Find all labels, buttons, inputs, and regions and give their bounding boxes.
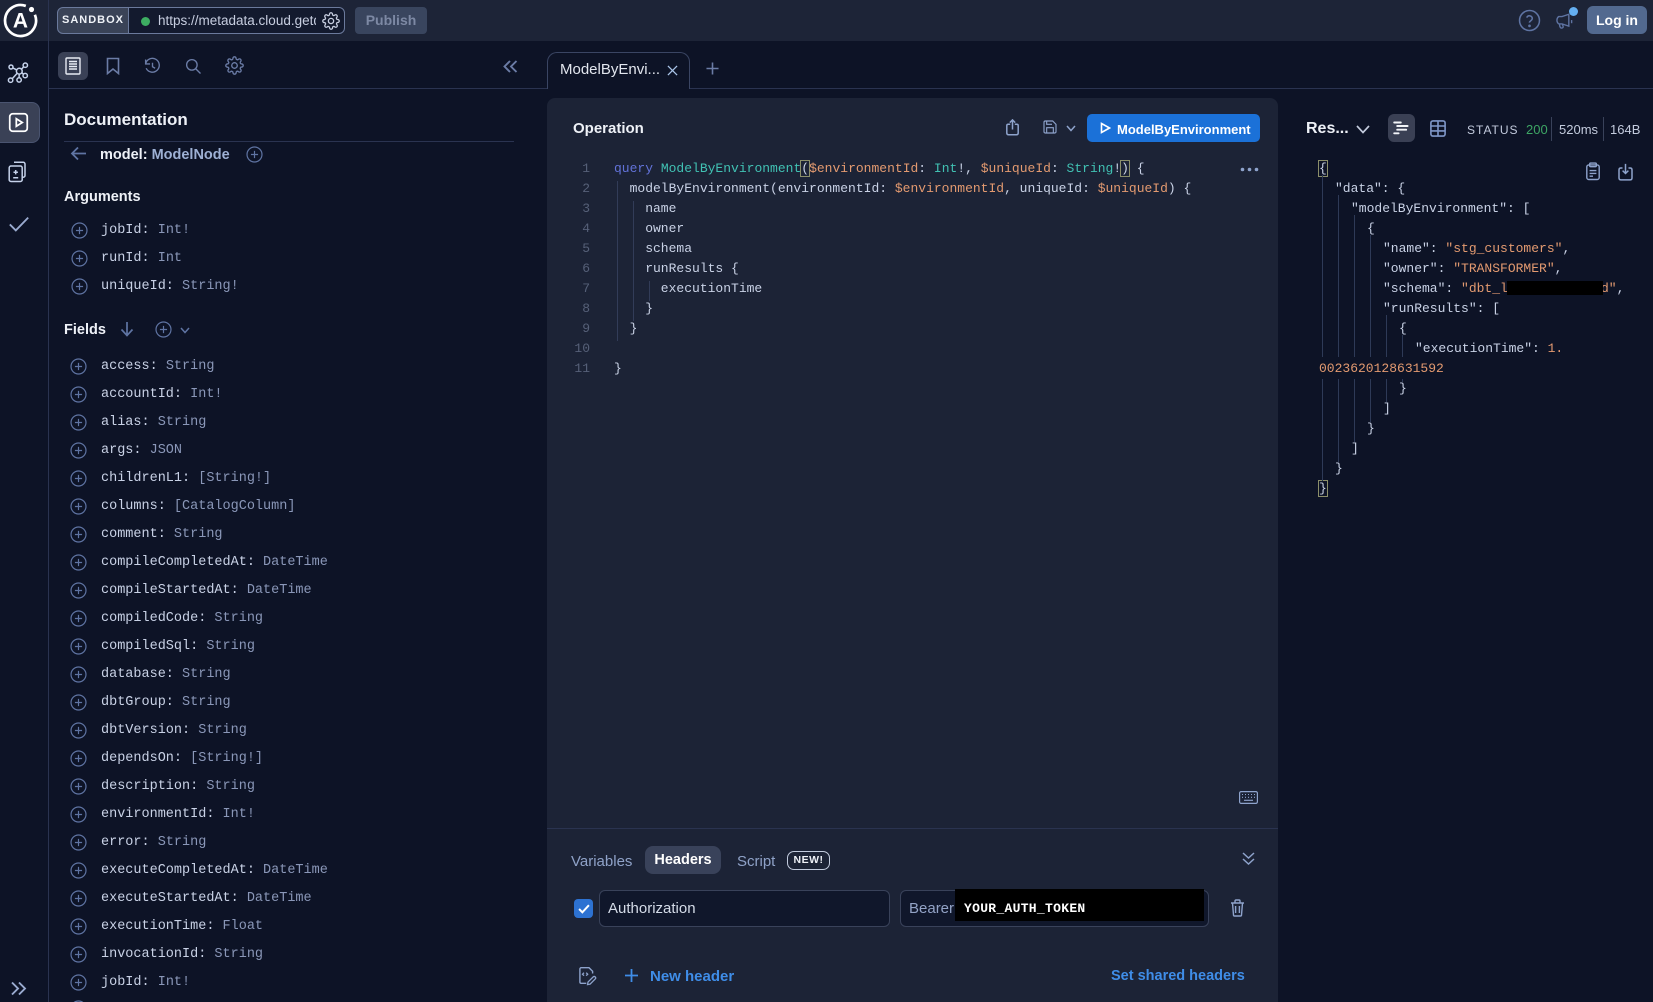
svg-text:A: A xyxy=(13,10,28,33)
